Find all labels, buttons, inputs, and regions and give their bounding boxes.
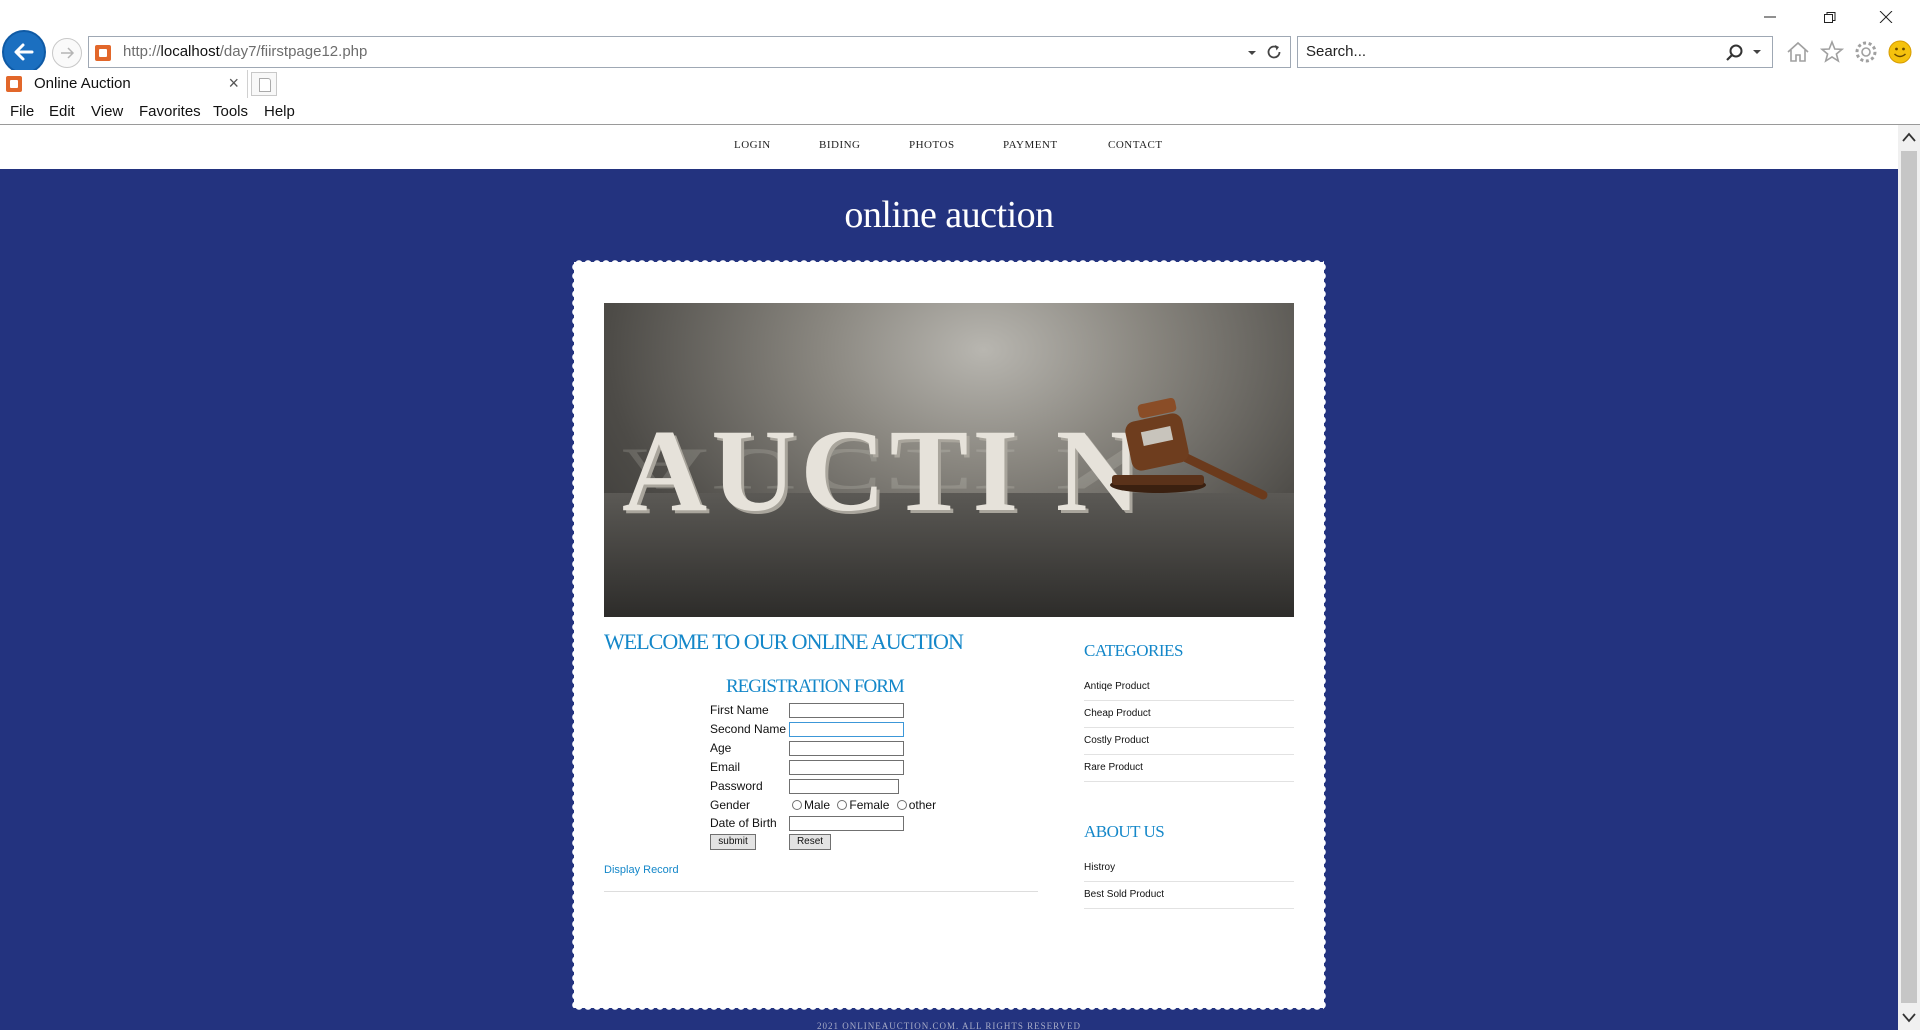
email-field[interactable] [789,760,904,775]
gavel-icon [1110,397,1268,500]
nav-contact[interactable]: CONTACT [1108,139,1163,151]
address-bar-row: http://localhost/day7/fiirstpage12.php S… [0,28,1920,74]
chevron-down-icon[interactable] [1244,45,1260,61]
registration-form-title: REGISTRATION FORM [726,676,905,697]
about-item-history[interactable]: Histroy [1084,862,1294,882]
gender-female-label: Female [849,798,890,812]
nav-payment[interactable]: PAYMENT [1003,139,1058,151]
browser-chrome: http://localhost/day7/fiirstpage12.php S… [0,0,1920,125]
back-arrow-icon [14,43,34,61]
about-us-heading: ABOUT US [1084,822,1165,841]
nav-biding[interactable]: BIDING [819,139,861,151]
gender-other-radio[interactable] [896,800,907,810]
forward-button[interactable] [52,38,82,68]
category-item-costly[interactable]: Costly Product [1084,735,1294,755]
password-label: Password [710,779,763,793]
reset-button[interactable]: Reset [789,834,831,850]
first-name-field[interactable] [789,703,904,718]
menu-help[interactable]: Help [264,103,295,120]
site-title: online auction [844,194,1054,236]
submit-button[interactable]: submit [710,834,756,850]
scrollbar-thumb[interactable] [1901,151,1917,1003]
second-name-field[interactable] [789,722,904,737]
nav-scalloped-edge [0,165,1898,175]
forward-arrow-icon [61,47,75,59]
first-name-label: First Name [710,703,769,717]
site-nav: LOGIN BIDING PHOTOS PAYMENT CONTACT [0,125,1898,169]
password-field[interactable] [789,779,899,794]
close-icon [1879,11,1893,23]
category-item-cheap[interactable]: Cheap Product [1084,708,1294,728]
menu-bar: File Edit View Favorites Tools Help [0,100,1920,125]
vertical-scrollbar[interactable] [1898,125,1920,1030]
menu-file[interactable]: File [10,103,34,120]
age-label: Age [710,741,732,755]
back-button[interactable] [2,30,46,74]
minimize-icon [1764,16,1776,18]
search-icon[interactable] [1724,43,1744,63]
date-of-birth-label: Date of Birth [710,816,777,830]
tab-close-icon[interactable]: × [228,74,239,92]
chevron-down-icon[interactable] [1750,45,1764,59]
tab-strip: Online Auction × [0,70,1920,98]
gender-female-radio[interactable] [837,800,848,810]
email-label: Email [710,760,741,774]
gender-radio-group: Male Female other [792,798,940,812]
menu-edit[interactable]: Edit [49,103,75,120]
footer-text: 2021 ONLINEAUCTION.COM. ALL RIGHTS RESER… [817,1021,1081,1030]
category-item-rare[interactable]: Rare Product [1084,762,1294,782]
new-tab-button[interactable] [251,72,277,96]
hero-auction-word: AUCTI N [622,405,1145,536]
gender-label: Gender [710,798,751,812]
category-item-antique[interactable]: Antiqe Product [1084,681,1294,701]
star-icon[interactable] [1818,38,1846,66]
browser-search-box[interactable]: Search... [1297,36,1773,68]
about-item-best-sold[interactable]: Best Sold Product [1084,889,1294,909]
site-favicon-icon [95,45,111,61]
categories-heading: CATEGORIES [1084,641,1183,660]
nav-login[interactable]: LOGIN [734,139,771,151]
refresh-icon[interactable] [1264,42,1284,62]
menu-tools[interactable]: Tools [213,103,248,120]
gender-male-radio[interactable] [792,800,802,810]
smiley-icon[interactable] [1886,38,1914,66]
search-input[interactable]: Search... [1306,43,1366,60]
welcome-heading: WELCOME TO OUR ONLINE AUCTION [604,629,964,654]
scroll-up-icon[interactable] [1901,129,1917,147]
url-text[interactable]: http://localhost/day7/fiirstpage12.php [123,43,367,60]
gender-male-label: Male [804,798,831,812]
age-field[interactable] [789,741,904,756]
gear-icon[interactable] [1852,38,1880,66]
menu-view[interactable]: View [91,103,123,120]
nav-photos[interactable]: PHOTOS [909,139,955,151]
display-record-link[interactable]: Display Record [604,864,679,876]
second-name-label: Second Name [710,722,787,736]
restore-icon [1824,12,1836,23]
gender-other-label: other [908,798,937,812]
address-bar[interactable]: http://localhost/day7/fiirstpage12.php [88,36,1291,68]
scroll-down-icon[interactable] [1901,1008,1917,1026]
home-icon[interactable] [1784,38,1812,66]
auction-hero-image: AUCTI N AUCTI N [604,303,1294,617]
site-favicon-icon [6,76,22,92]
menu-favorites[interactable]: Favorites [139,103,201,120]
date-of-birth-field[interactable] [789,816,904,831]
content-divider [604,891,1038,892]
tab-online-auction[interactable]: Online Auction × [0,70,248,98]
tab-title: Online Auction [34,75,131,92]
